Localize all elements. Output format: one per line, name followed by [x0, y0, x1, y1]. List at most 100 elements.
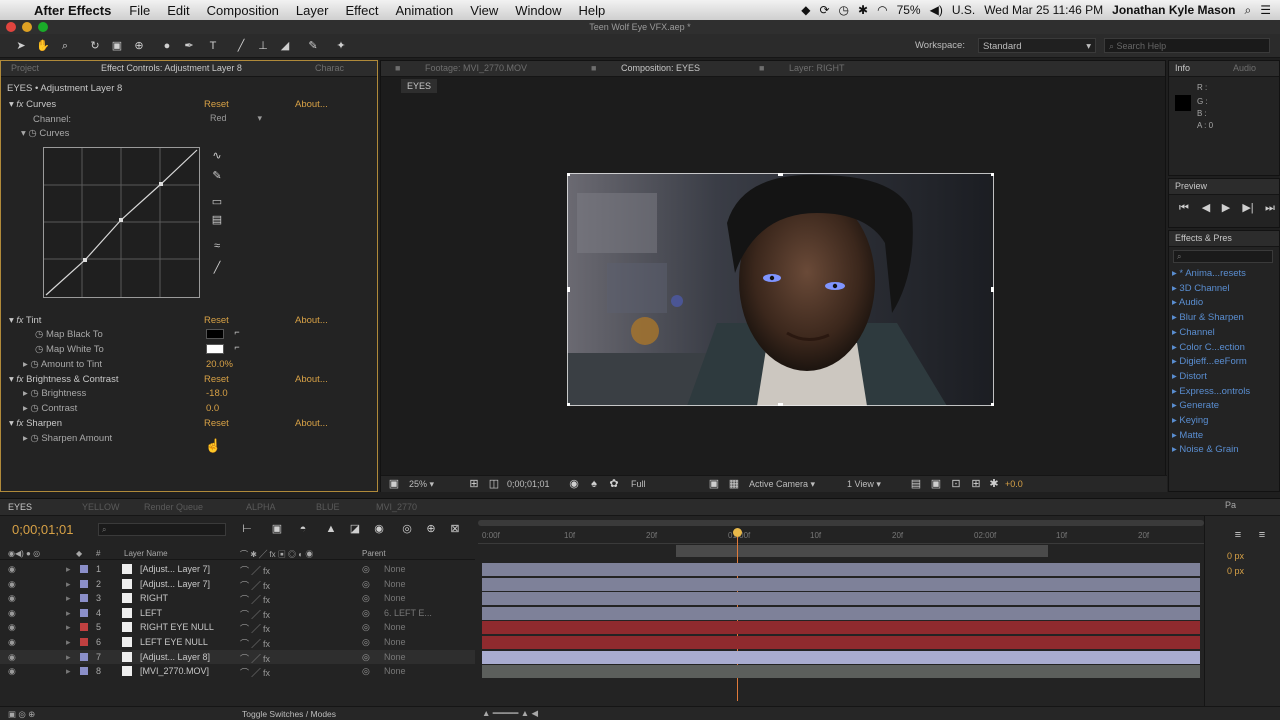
show-snapshot-icon[interactable]: ♠: [587, 477, 601, 491]
parent-dropdown[interactable]: None: [384, 637, 452, 647]
menu-file[interactable]: File: [129, 3, 150, 18]
auto-keyframe-icon[interactable]: ⊕: [424, 522, 438, 536]
volume-icon[interactable]: ◀): [930, 3, 943, 17]
battery-value[interactable]: 75%: [897, 3, 921, 17]
brightness-effect-header[interactable]: ▾ fx Brightness & Contrast: [9, 374, 118, 385]
previous-frame-icon[interactable]: ◀: [1199, 201, 1213, 215]
close-window-button[interactable]: [6, 22, 16, 32]
workspace-dropdown[interactable]: Standard ▾: [978, 38, 1096, 53]
dropbox-icon[interactable]: ◆: [801, 3, 810, 17]
tab-audio[interactable]: Audio: [1233, 63, 1256, 73]
next-frame-icon[interactable]: ▶|: [1241, 201, 1255, 215]
pick-whip-icon[interactable]: ◎: [362, 666, 370, 677]
contrast-value[interactable]: 0.0: [206, 403, 219, 414]
zoom-tool-icon[interactable]: ⌕: [58, 39, 72, 53]
curves-effect-header[interactable]: ▾ fx Curves: [9, 99, 56, 110]
sharpen-reset-link[interactable]: Reset: [204, 418, 229, 429]
tab-paragraph[interactable]: Pa: [1225, 500, 1236, 510]
draft-3d-icon[interactable]: ▣: [270, 522, 284, 536]
effects-category-item[interactable]: ▸ Distort: [1172, 371, 1207, 382]
toggle-switches-modes-button[interactable]: Toggle Switches / Modes: [242, 709, 336, 719]
expand-layer-icon[interactable]: ▸: [66, 622, 71, 633]
mask-tool-icon[interactable]: ●: [160, 39, 174, 53]
tint-reset-link[interactable]: Reset: [204, 315, 229, 326]
tint-effect-header[interactable]: ▾ fx Tint: [9, 315, 41, 326]
tab-yellow[interactable]: YELLOW: [82, 502, 120, 512]
layer-switches-icons[interactable]: ⌒ ╱ fx: [240, 579, 270, 592]
mask-toggle-icon[interactable]: ◫: [487, 477, 501, 491]
amount-to-tint-value[interactable]: 20.0%: [206, 359, 233, 370]
effects-category-item[interactable]: ▸ Keying: [1172, 415, 1208, 426]
timeline-layer-row[interactable]: ◉ ▸ 7 [Adjust... Layer 8] ⌒ ╱ fx ◎ None: [0, 649, 475, 665]
expand-layer-icon[interactable]: ▸: [66, 608, 71, 619]
layer-duration-bar[interactable]: [482, 606, 1200, 620]
exposure-value[interactable]: +0.0: [1005, 479, 1023, 489]
layer-switches-icons[interactable]: ⌒ ╱ fx: [240, 593, 270, 606]
clone-tool-icon[interactable]: ⊥: [256, 39, 270, 53]
camera-tool-icon[interactable]: ▣: [110, 39, 124, 53]
menu-animation[interactable]: Animation: [395, 3, 453, 18]
snapshot-icon[interactable]: ◉: [567, 477, 581, 491]
menu-view[interactable]: View: [470, 3, 498, 18]
curves-about-link[interactable]: About...: [295, 99, 328, 110]
layer-switches-icons[interactable]: ⌒ ╱ fx: [240, 652, 270, 665]
effects-category-item[interactable]: ▸ Audio: [1172, 297, 1203, 308]
effects-category-item[interactable]: ▸ Generate: [1172, 400, 1219, 411]
map-black-swatch[interactable]: [206, 329, 224, 339]
indent-value-1[interactable]: 0 px: [1227, 551, 1244, 561]
channel-icon[interactable]: ✿: [607, 477, 621, 491]
sharpen-about-link[interactable]: About...: [295, 418, 328, 429]
layer-switches-icons[interactable]: ⌒ ╱ fx: [240, 608, 270, 621]
fast-previews-icon[interactable]: ▣: [929, 477, 943, 491]
layer-label-color[interactable]: [80, 638, 88, 646]
visibility-eye-icon[interactable]: ◉: [8, 666, 16, 677]
frame-blending-icon[interactable]: ▲: [324, 522, 338, 536]
brainstorm-icon[interactable]: ◉: [372, 522, 386, 536]
visibility-eye-icon[interactable]: ◉: [8, 608, 16, 619]
layer-label-color[interactable]: [80, 667, 88, 676]
roto-brush-tool-icon[interactable]: ✎: [306, 39, 320, 53]
app-name-menu[interactable]: After Effects: [34, 3, 111, 18]
visibility-eye-icon[interactable]: ◉: [8, 593, 16, 604]
tab-alpha[interactable]: ALPHA: [246, 502, 276, 512]
fx-icon[interactable]: fx: [16, 99, 23, 109]
tab-project[interactable]: Project: [11, 63, 39, 73]
effects-category-item[interactable]: ▸ Matte: [1172, 430, 1203, 441]
tab-character[interactable]: Charac: [315, 63, 344, 73]
pick-whip-icon[interactable]: ◎: [362, 608, 370, 619]
layer-label-color[interactable]: [80, 608, 88, 617]
current-time-display[interactable]: 0;00;01;01: [507, 479, 550, 489]
comp-breadcrumb[interactable]: EYES: [401, 79, 438, 93]
layer-duration-bar[interactable]: [482, 650, 1200, 664]
brightness-about-link[interactable]: About...: [295, 374, 328, 385]
layer-duration-bar[interactable]: [482, 665, 1200, 679]
layer-name[interactable]: LEFT: [140, 608, 162, 618]
expand-layer-icon[interactable]: ▸: [66, 666, 71, 677]
expand-layer-icon[interactable]: ▸: [66, 579, 71, 590]
expand-layer-icon[interactable]: ▸: [66, 564, 71, 575]
effects-category-item[interactable]: ▸ Express...ontrols: [1172, 386, 1250, 397]
timeline-layer-row[interactable]: ◉ ▸ 1 [Adjust... Layer 7] ⌒ ╱ fx ◎ None: [0, 562, 475, 577]
sharpen-amount-label[interactable]: ▸ ◷ Sharpen Amount: [23, 433, 112, 444]
menu-help[interactable]: Help: [578, 3, 605, 18]
eyedropper-icon[interactable]: ⌐: [230, 340, 244, 354]
layer-duration-bar[interactable]: [482, 621, 1200, 635]
layer-name[interactable]: LEFT EYE NULL: [140, 637, 208, 647]
tab-preview[interactable]: Preview: [1175, 181, 1207, 191]
effects-category-item[interactable]: ▸ Color C...ection: [1172, 342, 1245, 353]
visibility-eye-icon[interactable]: ◉: [8, 652, 16, 663]
timeline-layer-row[interactable]: ◉ ▸ 6 LEFT EYE NULL ⌒ ╱ fx ◎ None: [0, 635, 475, 650]
spotlight-icon[interactable]: ⌕: [1245, 3, 1252, 18]
open-curve-icon[interactable]: ▭: [210, 195, 224, 209]
number-column-icon[interactable]: #: [96, 549, 100, 558]
comp-mini-flowchart-icon[interactable]: ⊢: [240, 522, 254, 536]
tab-effects-presets[interactable]: Effects & Pres: [1175, 233, 1232, 243]
curve-pencil-icon[interactable]: ✎: [210, 169, 224, 183]
tab-blue[interactable]: BLUE: [316, 502, 340, 512]
parent-dropdown[interactable]: None: [384, 579, 452, 589]
pan-behind-tool-icon[interactable]: ⊕: [132, 39, 146, 53]
user-name[interactable]: Jonathan Kyle Mason: [1112, 3, 1235, 17]
expand-layer-icon[interactable]: ▸: [66, 593, 71, 604]
map-white-swatch[interactable]: [206, 344, 224, 354]
timeline-layer-row[interactable]: ◉ ▸ 5 RIGHT EYE NULL ⌒ ╱ fx ◎ None: [0, 620, 475, 635]
